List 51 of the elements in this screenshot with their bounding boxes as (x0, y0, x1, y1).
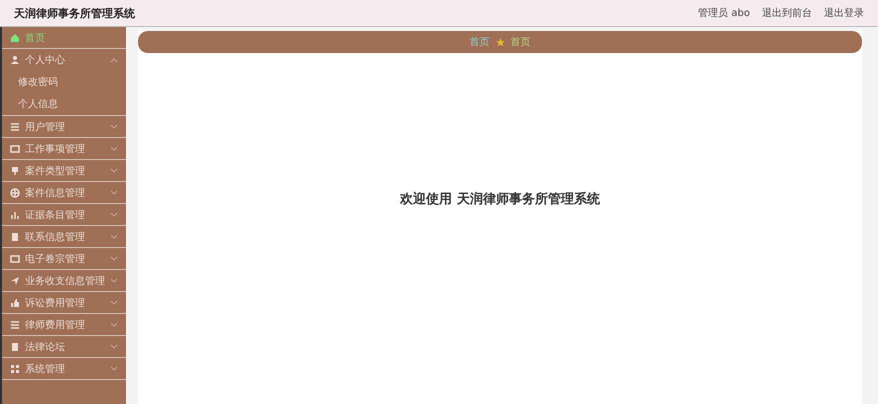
sidebar-item[interactable]: 首页 (2, 27, 126, 49)
chevron-down-icon (110, 278, 118, 284)
chevron-down-icon (110, 146, 118, 152)
pin-icon (10, 166, 20, 176)
document-icon (10, 232, 20, 242)
chevron-down-icon (110, 322, 118, 328)
monitor-icon (10, 144, 20, 154)
chevron-down-icon (110, 212, 118, 218)
star-icon (496, 38, 504, 46)
sidebar-item[interactable]: 个人中心 (2, 49, 126, 71)
thumbs-up-icon (10, 298, 20, 308)
chevron-down-icon (110, 190, 118, 196)
sidebar-item[interactable]: 案件信息管理 (2, 182, 126, 204)
sidebar-subitem[interactable]: 个人信息 (2, 93, 126, 116)
app-title: 天润律师事务所管理系统 (14, 6, 136, 20)
chevron-up-icon (110, 57, 118, 63)
chevron-down-icon (110, 300, 118, 306)
sidebar-subitem[interactable]: 修改密码 (2, 71, 126, 93)
sidebar-item[interactable]: 电子卷宗管理 (2, 248, 126, 270)
list-icon (10, 122, 20, 132)
send-icon (10, 276, 20, 286)
chevron-down-icon (110, 124, 118, 130)
sidebar-item[interactable]: 法律论坛 (2, 336, 126, 358)
breadcrumb-link[interactable]: 首页 (510, 35, 530, 49)
chevron-down-icon (110, 344, 118, 350)
sidebar-item[interactable]: 律师费用管理 (2, 314, 126, 336)
sidebar-item[interactable]: 业务收支信息管理 (2, 270, 126, 292)
list-icon (10, 320, 20, 330)
welcome-heading: 欢迎使用 天润律师事务所管理系统 (400, 190, 600, 208)
header-link[interactable]: 退出到前台 (762, 6, 812, 20)
sidebar-item[interactable]: 用户管理 (2, 116, 126, 138)
header-link[interactable]: 退出登录 (824, 6, 864, 20)
sidebar-item[interactable]: 联系信息管理 (2, 226, 126, 248)
chevron-down-icon (110, 256, 118, 262)
sidebar-item[interactable]: 系统管理 (2, 358, 126, 380)
sidebar-item[interactable]: 案件类型管理 (2, 160, 126, 182)
grid-icon (10, 364, 20, 374)
sidebar-item[interactable]: 诉讼费用管理 (2, 292, 126, 314)
chevron-down-icon (110, 234, 118, 240)
home-icon (10, 32, 20, 42)
user-label: 管理员 abo (698, 7, 750, 20)
sidebar-item[interactable]: 工作事项管理 (2, 138, 126, 160)
globe-icon (10, 188, 20, 198)
bar-chart-icon (10, 210, 20, 220)
monitor-icon (10, 254, 20, 264)
chevron-down-icon (110, 168, 118, 174)
person-icon (10, 55, 20, 65)
sidebar-item[interactable]: 证据条目管理 (2, 204, 126, 226)
chevron-down-icon (110, 366, 118, 372)
breadcrumb-link[interactable]: 首页 (470, 35, 490, 49)
document-icon (10, 342, 20, 352)
